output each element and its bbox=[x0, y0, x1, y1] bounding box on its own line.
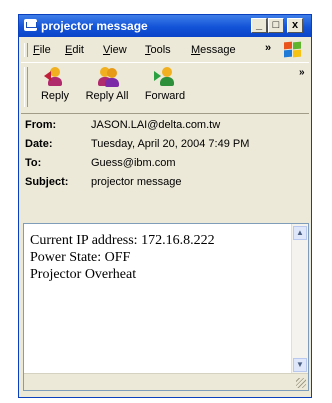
body-line: Projector Overheat bbox=[30, 267, 137, 282]
menu-message[interactable]: Message bbox=[191, 44, 236, 56]
toolbar-grip[interactable] bbox=[24, 67, 28, 107]
toolbar: Reply Reply All Forward » bbox=[21, 62, 309, 114]
maximize-button[interactable]: □ bbox=[268, 18, 284, 33]
windows-logo-icon bbox=[283, 41, 303, 59]
date-value: Tuesday, April 20, 2004 7:49 PM bbox=[91, 138, 250, 150]
header-to: To: Guess@ibm.com bbox=[25, 157, 307, 171]
toolbar-overflow-chevron[interactable]: » bbox=[299, 67, 305, 78]
from-label: From: bbox=[25, 119, 57, 131]
menu-bar: File Edit View Tools Message » bbox=[21, 40, 309, 60]
forward-icon bbox=[154, 67, 176, 87]
to-label: To: bbox=[25, 157, 42, 169]
vertical-scrollbar[interactable]: ▲ ▼ bbox=[291, 224, 308, 374]
from-value[interactable]: JASON.LAI@delta.com.tw bbox=[91, 119, 220, 131]
envelope-icon bbox=[24, 19, 37, 31]
date-label: Date: bbox=[25, 138, 53, 150]
reply-all-icon bbox=[96, 67, 119, 87]
menu-tools[interactable]: Tools bbox=[145, 44, 171, 56]
close-button[interactable]: x bbox=[287, 18, 303, 33]
reply-all-button[interactable]: Reply All bbox=[81, 67, 133, 102]
body-line: Power State: OFF bbox=[30, 250, 131, 265]
header-from: From: JASON.LAI@delta.com.tw bbox=[25, 119, 307, 133]
subject-value: projector message bbox=[91, 176, 182, 188]
subject-label: Subject: bbox=[25, 176, 69, 188]
message-window: projector message _ □ x File Edit View T… bbox=[18, 14, 312, 398]
to-value[interactable]: Guess@ibm.com bbox=[91, 157, 176, 169]
resize-grip-icon[interactable] bbox=[296, 378, 306, 388]
reply-label: Reply bbox=[40, 90, 70, 102]
header-subject: Subject: projector message bbox=[25, 176, 307, 190]
message-body-pane[interactable]: Current IP address: 172.16.8.222 Power S… bbox=[23, 223, 309, 391]
body-line: Current IP address: 172.16.8.222 bbox=[30, 233, 215, 248]
menu-edit[interactable]: Edit bbox=[65, 44, 84, 56]
menu-file[interactable]: File bbox=[33, 44, 51, 56]
forward-button[interactable]: Forward bbox=[139, 67, 191, 102]
message-body[interactable]: Current IP address: 172.16.8.222 Power S… bbox=[30, 232, 215, 283]
forward-label: Forward bbox=[144, 90, 186, 102]
reply-button[interactable]: Reply bbox=[35, 67, 75, 102]
scroll-up-arrow-icon[interactable]: ▲ bbox=[293, 226, 307, 240]
menu-view[interactable]: View bbox=[103, 44, 127, 56]
title-bar[interactable]: projector message _ □ x bbox=[19, 15, 311, 37]
window-title: projector message bbox=[41, 19, 148, 33]
scroll-down-arrow-icon[interactable]: ▼ bbox=[293, 358, 307, 372]
menu-overflow-chevron[interactable]: » bbox=[265, 42, 271, 54]
reply-all-label: Reply All bbox=[85, 90, 129, 102]
status-bar bbox=[24, 373, 308, 390]
menubar-grip[interactable] bbox=[24, 43, 28, 57]
reply-icon bbox=[44, 67, 66, 87]
minimize-button[interactable]: _ bbox=[251, 18, 267, 33]
header-date: Date: Tuesday, April 20, 2004 7:49 PM bbox=[25, 138, 307, 152]
